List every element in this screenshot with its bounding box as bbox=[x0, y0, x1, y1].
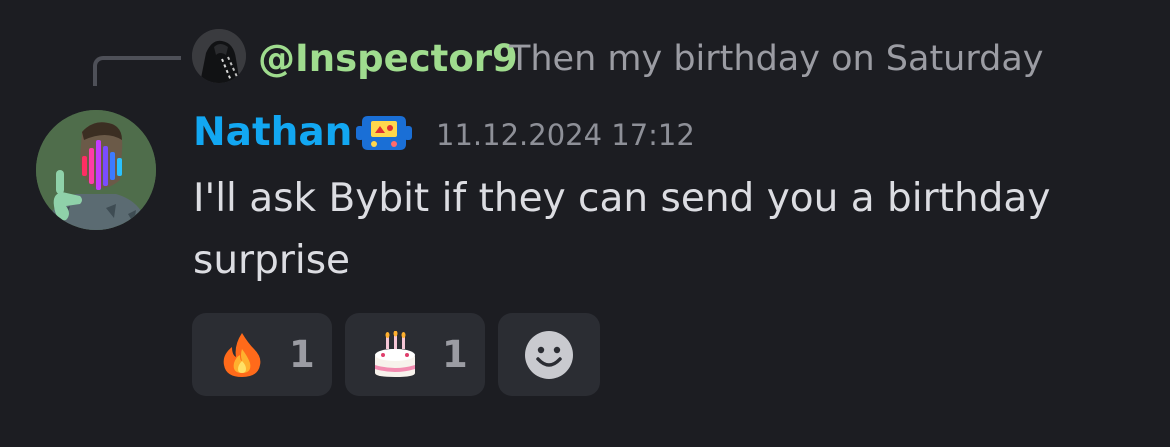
birthday-cake-emoji-icon bbox=[371, 330, 419, 379]
reply-connector-line bbox=[93, 56, 181, 86]
reaction-fire[interactable]: 1 bbox=[192, 313, 332, 396]
message-text: I'll ask Bybit if they can send you a bi… bbox=[193, 176, 1051, 283]
avatar[interactable] bbox=[36, 110, 156, 230]
author-name[interactable]: Nathan bbox=[193, 106, 352, 160]
reply-username[interactable]: @Inspector9 bbox=[258, 32, 518, 86]
gamepad-badge-icon[interactable] bbox=[356, 114, 412, 152]
fire-emoji-icon bbox=[218, 331, 266, 379]
reaction-count: 1 bbox=[289, 333, 315, 376]
chat-message: @Inspector9 Then my birthday on Saturday… bbox=[0, 0, 1170, 447]
reaction-count: 1 bbox=[442, 333, 468, 376]
message-timestamp: 11.12.2024 17:12 bbox=[436, 118, 695, 152]
reply-preview-text[interactable]: Then my birthday on Saturday bbox=[509, 32, 1044, 86]
add-reaction-icon bbox=[523, 329, 575, 381]
reaction-birthday-cake[interactable]: 1 bbox=[345, 313, 485, 396]
reply-avatar[interactable] bbox=[192, 29, 246, 83]
add-reaction-button[interactable] bbox=[498, 313, 600, 396]
